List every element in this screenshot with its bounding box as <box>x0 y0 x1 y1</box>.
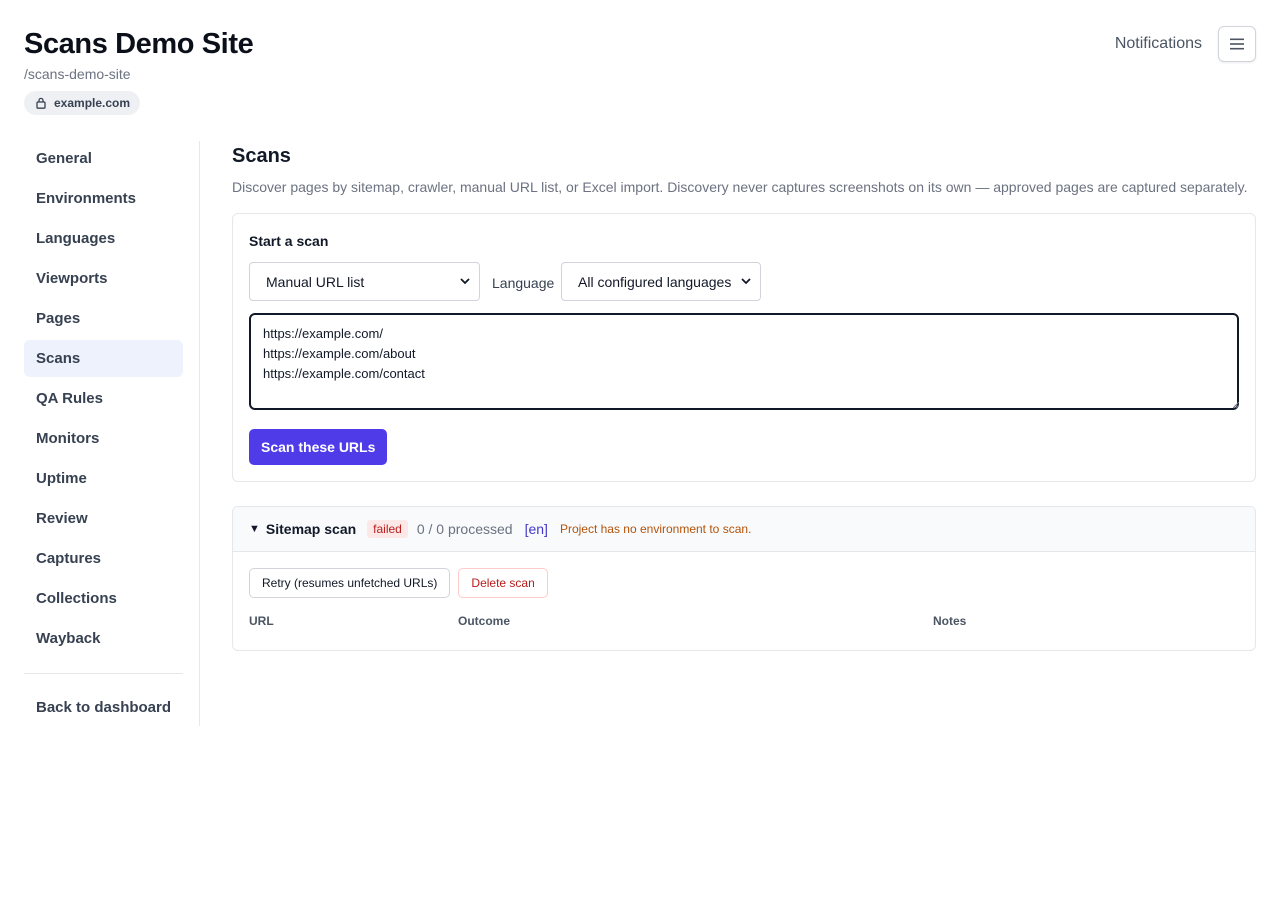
sidebar-item-general[interactable]: General <box>24 140 183 177</box>
column-header-url: URL <box>249 614 274 628</box>
domain-text: example.com <box>54 96 131 110</box>
lock-icon <box>36 97 46 109</box>
sidebar-item-qa-rules[interactable]: QA Rules <box>24 380 183 417</box>
language-label: Language <box>492 275 555 291</box>
notifications-link[interactable]: Notifications <box>1115 35 1202 53</box>
sidebar-item-uptime[interactable]: Uptime <box>24 460 183 497</box>
sidebar-item-viewports[interactable]: Viewports <box>24 260 183 297</box>
start-scan-card: Start a scan Manual URL list Language Al… <box>232 213 1256 482</box>
site-header: Scans Demo Site /scans-demo-site example… <box>24 26 254 115</box>
domain-badge: example.com <box>24 91 141 115</box>
chevron-down-icon <box>460 278 470 285</box>
sidebar-item-review[interactable]: Review <box>24 500 183 537</box>
language-select[interactable]: All configured languages <box>561 262 761 301</box>
sidebar-divider <box>24 673 183 674</box>
sidebar-item-collections[interactable]: Collections <box>24 580 183 617</box>
scan-item: ▼ Sitemap scan failed 0 / 0 processed [e… <box>232 506 1256 651</box>
scan-type: Sitemap scan <box>265 521 357 537</box>
back-to-dashboard-link[interactable]: Back to dashboard <box>36 699 171 716</box>
caret-down-icon: ▼ <box>249 523 260 535</box>
column-header-outcome: Outcome <box>458 614 511 628</box>
top-actions: Notifications <box>1115 26 1256 62</box>
page-description: Discover pages by sitemap, crawler, manu… <box>232 179 1248 195</box>
sidebar-item-wayback[interactable]: Wayback <box>24 620 183 657</box>
sidebar-item-pages[interactable]: Pages <box>24 300 183 337</box>
hamburger-menu-icon <box>1230 38 1244 50</box>
status-badge: failed <box>367 520 408 538</box>
delete-scan-button[interactable]: Delete scan <box>458 568 548 598</box>
column-header-notes: Notes <box>933 614 967 628</box>
sidebar-nav: General Environments Languages Viewports… <box>24 140 183 716</box>
scan-language: [en] <box>524 521 548 537</box>
sidebar-border <box>199 141 200 726</box>
language-select-value: All configured languages <box>578 273 732 290</box>
scan-mode-select[interactable]: Manual URL list <box>249 262 480 301</box>
url-list-textarea[interactable]: https://example.com/ https://example.com… <box>249 313 1239 410</box>
resize-handle-icon[interactable] <box>1233 402 1239 408</box>
sidebar-item-monitors[interactable]: Monitors <box>24 420 183 457</box>
scan-urls-button[interactable]: Scan these URLs <box>249 429 388 465</box>
menu-button[interactable] <box>1218 26 1256 62</box>
scan-error-message: Project has no environment to scan. <box>559 522 752 536</box>
main-content: Scans Discover pages by sitemap, crawler… <box>232 144 1256 651</box>
page-title: Scans <box>232 145 291 167</box>
chevron-down-icon <box>741 278 751 285</box>
site-slug: /scans-demo-site <box>24 66 131 82</box>
sidebar-item-scans[interactable]: Scans <box>24 340 183 377</box>
sidebar-item-languages[interactable]: Languages <box>24 220 183 257</box>
scan-progress: 0 / 0 processed <box>416 521 513 537</box>
sidebar-item-environments[interactable]: Environments <box>24 180 183 217</box>
scan-mode-value: Manual URL list <box>266 273 365 290</box>
retry-scan-button[interactable]: Retry (resumes unfetched URLs) <box>249 568 451 598</box>
start-scan-title: Start a scan <box>249 233 329 249</box>
sidebar-item-captures[interactable]: Captures <box>24 540 183 577</box>
scan-actions: Retry (resumes unfetched URLs) Delete sc… <box>249 568 548 598</box>
scan-summary-toggle[interactable]: ▼ Sitemap scan failed 0 / 0 processed [e… <box>233 507 1255 552</box>
site-title: Scans Demo Site <box>24 28 254 60</box>
